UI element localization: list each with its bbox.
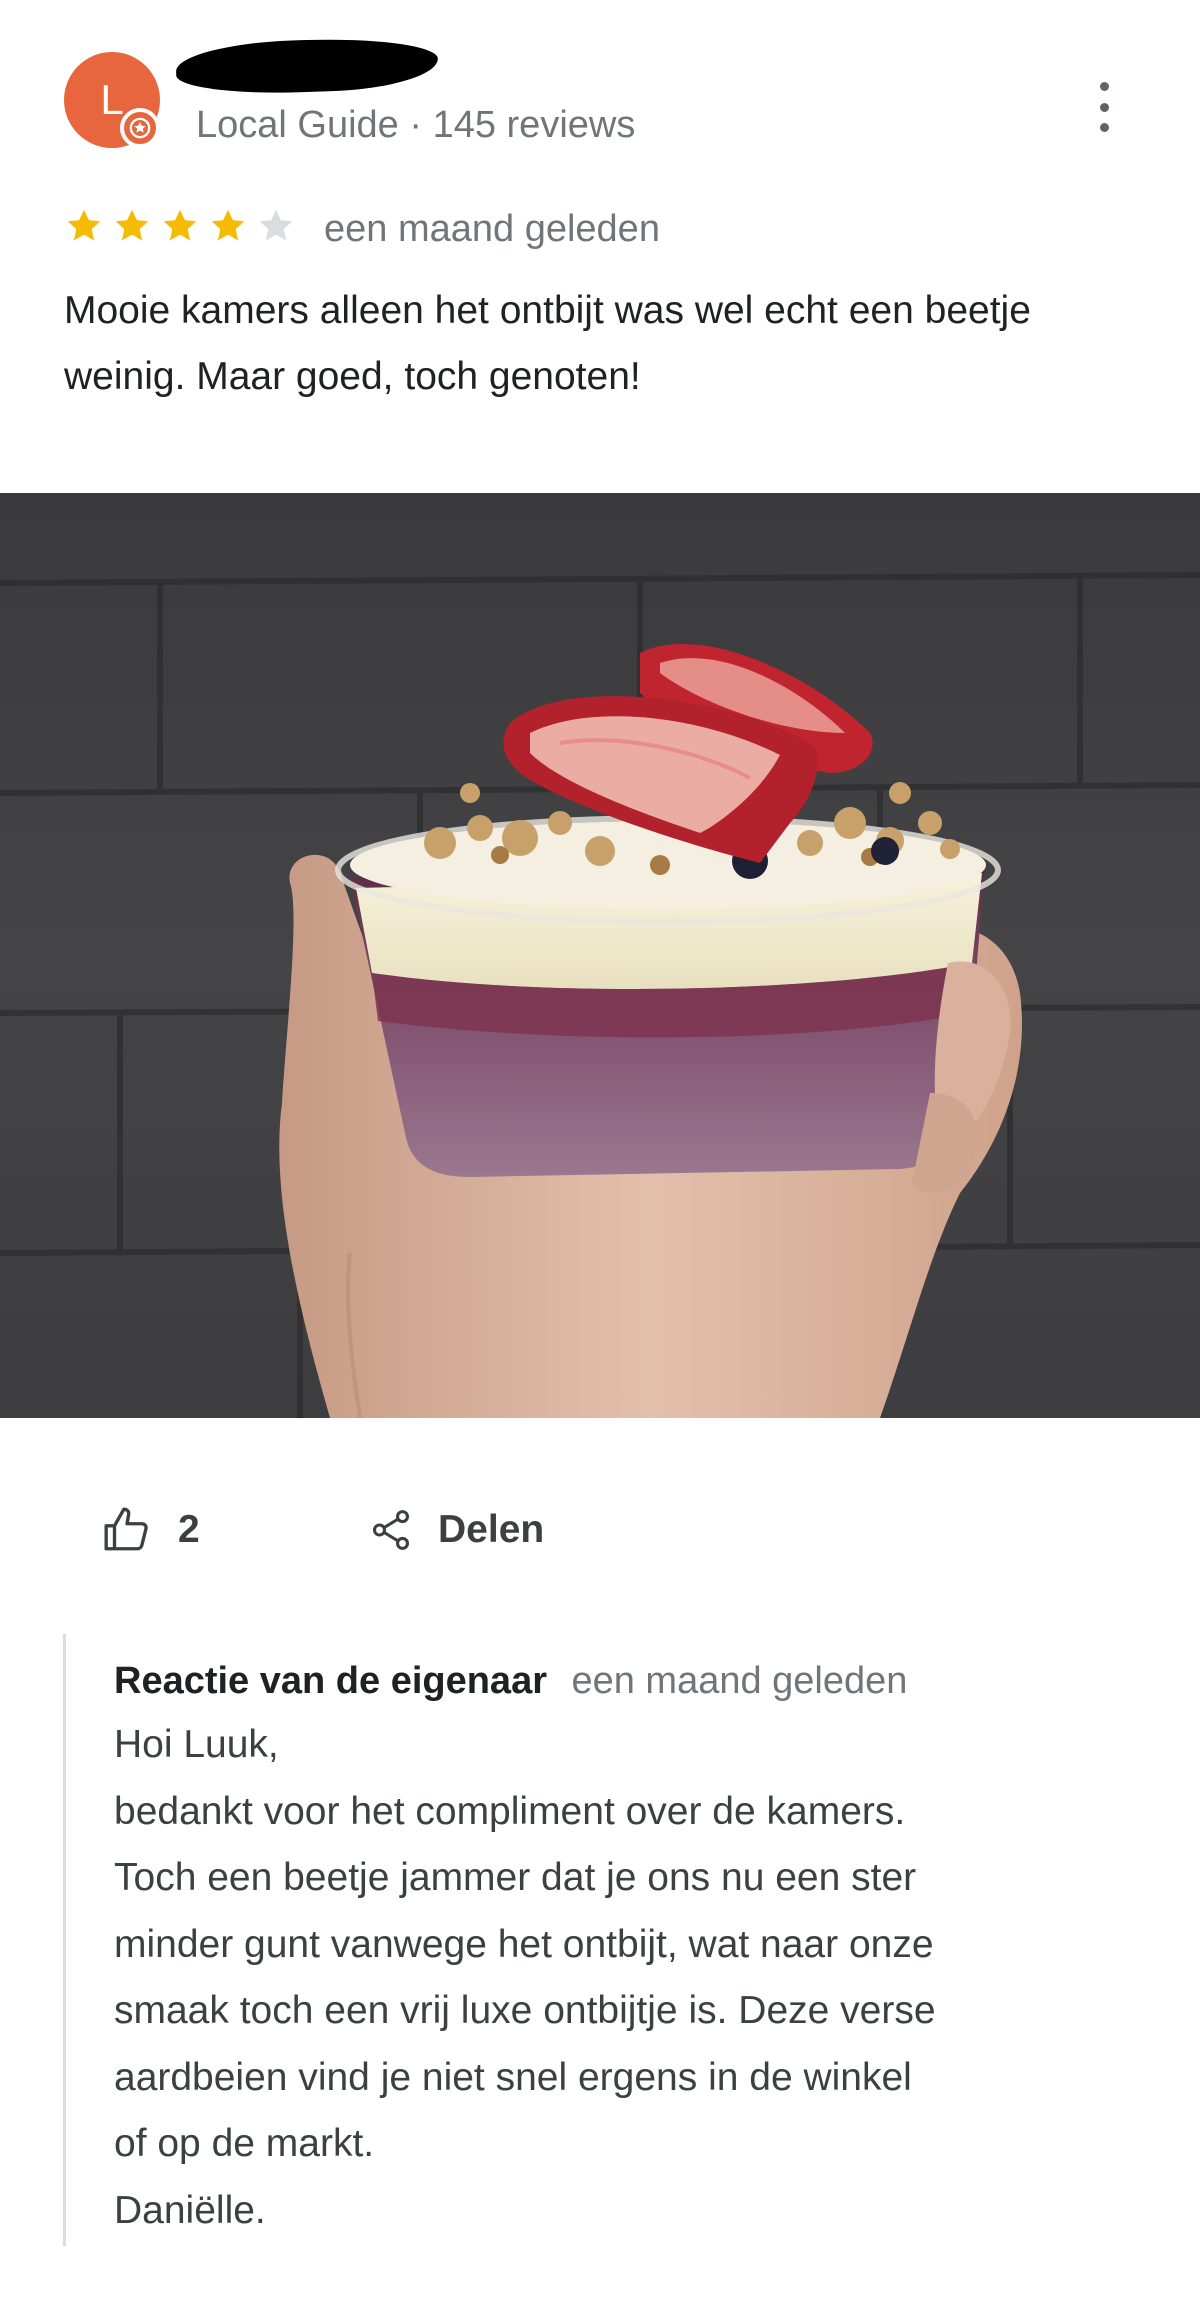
reply-divider xyxy=(63,1634,66,2246)
avatar-initial: L xyxy=(100,76,124,123)
review-photo[interactable] xyxy=(0,493,1200,1418)
reviewer-meta: Local Guide · 145 reviews xyxy=(196,104,636,146)
redacted-reviewer-name xyxy=(175,35,439,97)
share-label: Delen xyxy=(438,1508,545,1551)
star-filled-icon xyxy=(211,209,245,241)
more-vert-icon[interactable] xyxy=(1090,82,1118,132)
star-empty-icon xyxy=(259,209,293,241)
owner-reply-line: smaak toch een vrij luxe ontbijtje is. D… xyxy=(114,1989,936,2032)
local-guide-badge-icon xyxy=(120,108,160,148)
owner-reply-line: minder gunt vanwege het ontbijt, wat naa… xyxy=(114,1922,934,1966)
owner-reply-body: Hoi Luuk, bedankt voor het compliment ov… xyxy=(114,1712,1134,2244)
review-date: een maand geleden xyxy=(324,208,660,250)
like-button[interactable]: 2 xyxy=(102,1500,200,1560)
star-filled-icon xyxy=(163,209,197,241)
star-filled-icon xyxy=(67,209,101,241)
star-filled-icon xyxy=(115,209,149,241)
review-text: Mooie kamers alleen het ontbijt was wel … xyxy=(64,289,1031,398)
owner-reply-line: Daniëlle. xyxy=(114,2188,266,2232)
star-rating xyxy=(64,206,296,246)
owner-reply-line: bedankt voor het compliment over de kame… xyxy=(114,1789,906,1833)
thumb-up-icon xyxy=(104,1507,148,1551)
owner-reply-line: of op de markt. xyxy=(114,2122,375,2165)
owner-reply-title: Reactie van de eigenaar xyxy=(114,1660,547,1702)
owner-reply-date: een maand geleden xyxy=(571,1660,908,1702)
owner-reply-line: aardbeien vind je niet snel ergens in de… xyxy=(114,2055,912,2099)
owner-reply-line: Hoi Luuk, xyxy=(114,1723,279,1766)
owner-reply-line: Toch een beetje jammer dat je ons nu een… xyxy=(114,1856,917,1899)
share-icon xyxy=(372,1510,410,1550)
share-button[interactable]: Delen xyxy=(368,1500,544,1560)
owner-reply-header: Reactie van de eigenaar een maand gelede… xyxy=(114,1660,907,1703)
like-count: 2 xyxy=(178,1508,200,1551)
